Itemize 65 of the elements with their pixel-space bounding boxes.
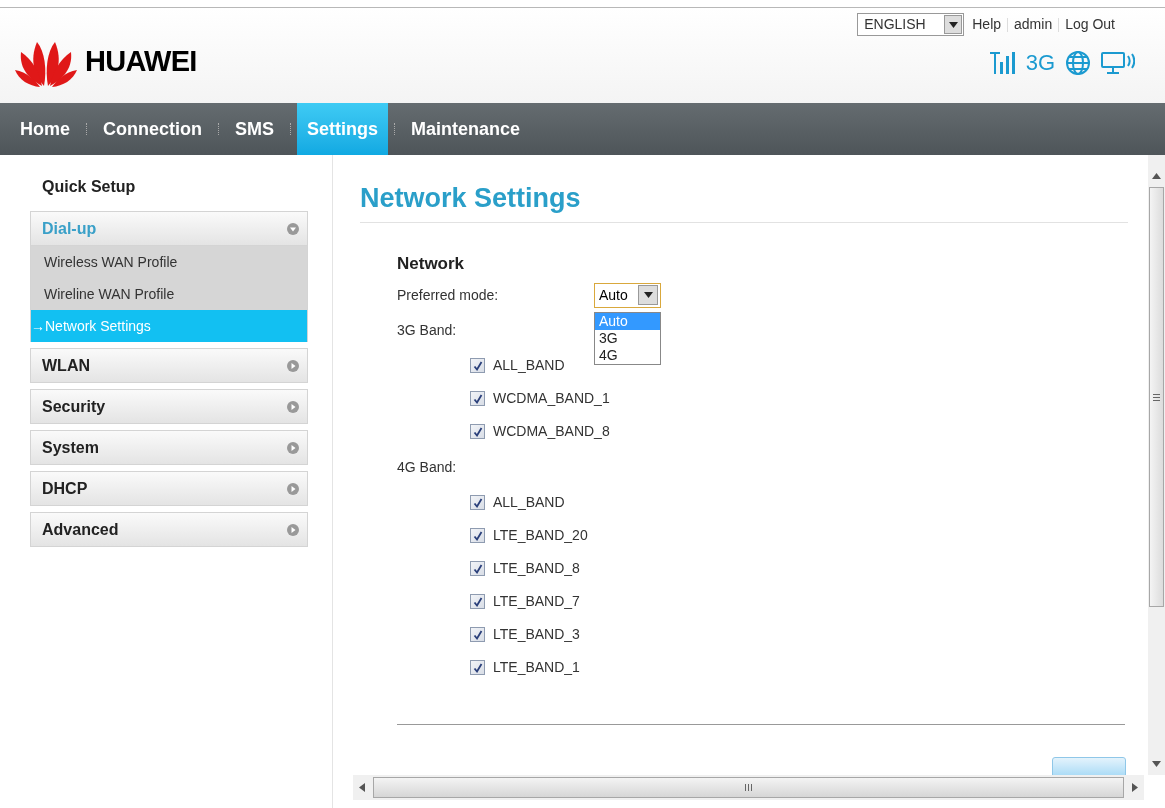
checkbox[interactable]: [470, 495, 485, 510]
page-title: Network Settings: [360, 182, 582, 215]
globe-icon: [1065, 49, 1091, 76]
checkbox[interactable]: [470, 358, 485, 373]
sidebar-section[interactable]: System: [30, 430, 308, 465]
vertical-scrollbar[interactable]: [1148, 155, 1165, 775]
logo-text: HUAWEI: [85, 43, 197, 79]
header-link[interactable]: Log Out: [1065, 14, 1115, 35]
scroll-thumb[interactable]: [373, 777, 1124, 798]
scroll-left-icon: [359, 783, 365, 792]
checkbox-label: ALL_BAND: [493, 493, 565, 512]
network-type: 3G: [1025, 49, 1055, 77]
dropdown-option[interactable]: 3G: [595, 330, 660, 347]
checkbox-label: WCDMA_BAND_1: [493, 389, 610, 408]
field-label: 3G Band:: [397, 320, 457, 340]
nav-tab[interactable]: Maintenance: [401, 103, 531, 155]
monitor-icon: [1101, 50, 1135, 75]
chevron-down-icon: [287, 222, 299, 235]
field-label: Preferred mode:: [397, 285, 500, 305]
checkbox[interactable]: [470, 627, 485, 642]
checkbox-label: WCDMA_BAND_8: [493, 422, 610, 441]
sidebar-section[interactable]: WLAN: [30, 348, 308, 383]
scroll-thumb[interactable]: [1149, 187, 1164, 607]
sidebar-section[interactable]: Advanced: [30, 512, 308, 547]
chevron-right-icon: [287, 523, 299, 536]
caret-icon: [948, 21, 958, 28]
sidebar-section[interactable]: DHCP: [30, 471, 308, 506]
nav-tab[interactable]: Connection: [93, 103, 212, 155]
section-heading: Network: [397, 253, 466, 275]
checkbox-label: LTE_BAND_1: [493, 658, 580, 677]
chevron-right-icon: [287, 482, 299, 495]
language-select[interactable]: ENGLISH: [857, 13, 965, 36]
scroll-right-icon: [1132, 783, 1138, 792]
grip-icon: [745, 784, 752, 791]
grip-icon: [1153, 393, 1160, 401]
checkbox-label: LTE_BAND_3: [493, 625, 580, 644]
sidebar-section[interactable]: Security: [30, 389, 308, 424]
checkbox[interactable]: [470, 561, 485, 576]
dropdown-option[interactable]: 4G: [595, 347, 660, 364]
quick-setup-link[interactable]: Quick Setup: [30, 175, 308, 207]
checkbox[interactable]: [470, 424, 485, 439]
header-link[interactable]: Help: [972, 14, 1002, 35]
checkbox[interactable]: [470, 528, 485, 543]
checkbox-label: LTE_BAND_20: [493, 526, 588, 545]
sidebar-item[interactable]: Wireline WAN Profile: [31, 278, 307, 310]
mode-select[interactable]: Auto: [594, 282, 661, 308]
nav-tab[interactable]: SMS: [225, 103, 285, 155]
checkbox-label: LTE_BAND_8: [493, 559, 580, 578]
scroll-down-icon: [1152, 761, 1161, 767]
chevron-right-icon: [287, 400, 299, 413]
sidebar-item[interactable]: Wireless WAN Profile: [31, 246, 307, 278]
signal-icon: [989, 51, 1016, 74]
checkbox[interactable]: [470, 660, 485, 675]
checkbox[interactable]: [470, 594, 485, 609]
checkbox-label: LTE_BAND_7: [493, 592, 580, 611]
caret-icon: [643, 292, 653, 298]
chevron-right-icon: [287, 441, 299, 454]
checkbox-label: ALL_BAND: [493, 356, 565, 375]
checkbox[interactable]: [470, 391, 485, 406]
scroll-up-icon: [1152, 173, 1161, 179]
header-link[interactable]: admin: [1014, 14, 1053, 35]
horizontal-scrollbar[interactable]: [353, 775, 1144, 800]
chevron-right-icon: [287, 359, 299, 372]
field-label: 4G Band:: [397, 457, 457, 477]
nav-tab[interactable]: Home: [10, 103, 80, 155]
